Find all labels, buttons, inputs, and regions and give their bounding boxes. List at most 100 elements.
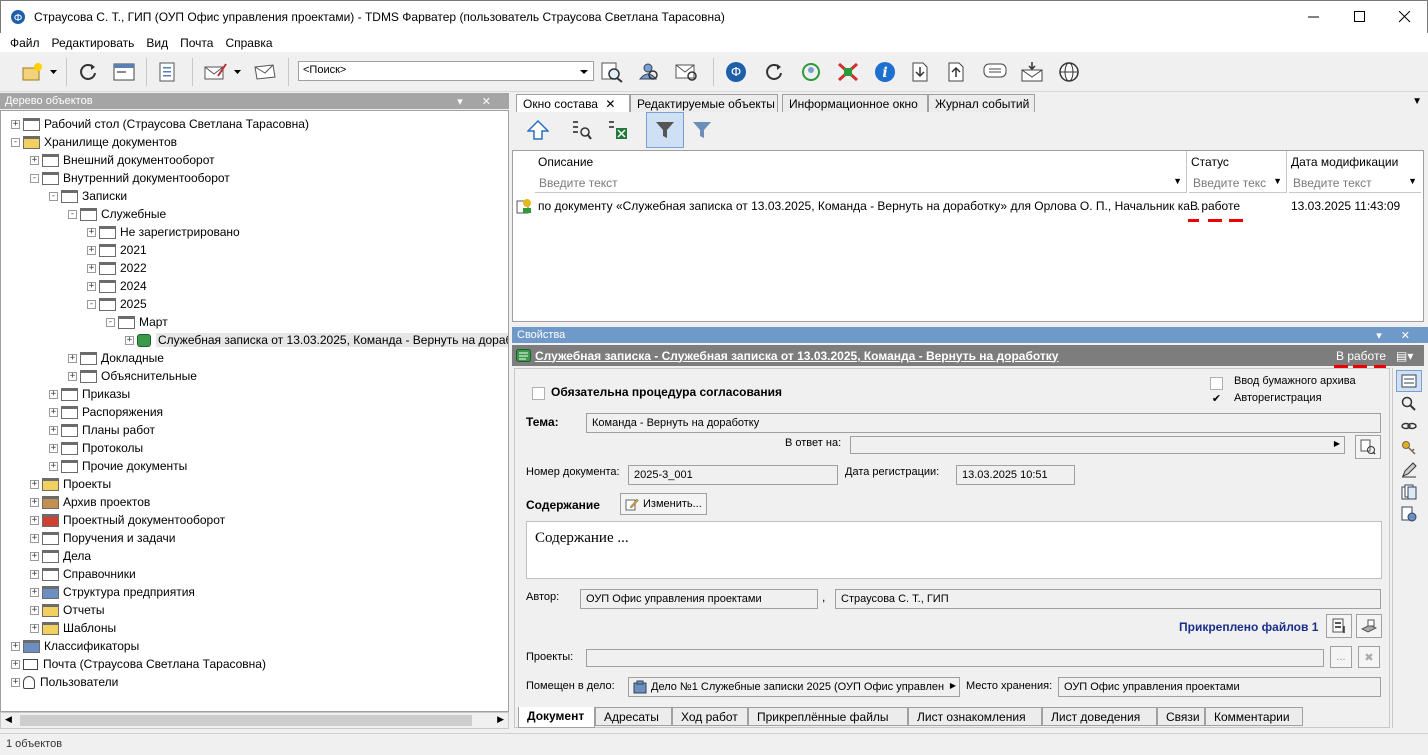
tree-item[interactable]: +2024 [87, 277, 147, 295]
tree-item[interactable]: + Не зарегистрировано [87, 223, 240, 241]
side-links-button[interactable] [1401, 418, 1417, 437]
filter-description-input[interactable]: Введите текст ▼ [535, 174, 1186, 193]
expand-icon[interactable]: + [30, 551, 39, 561]
expand-icon[interactable]: + [49, 425, 58, 435]
expand-icon[interactable]: + [87, 227, 96, 237]
column-header-status[interactable]: Статус [1191, 155, 1229, 169]
scan-button[interactable] [1356, 614, 1382, 638]
window-button[interactable] [110, 58, 138, 86]
filter-date-input[interactable]: Введите текст ▼ [1289, 174, 1421, 193]
search-input[interactable]: <Поиск> [298, 61, 594, 81]
collapse-icon[interactable]: - [87, 299, 96, 309]
tree-item[interactable]: - 2025 [87, 295, 147, 313]
maximize-button[interactable] [1337, 1, 1383, 33]
tree-item[interactable]: + Отчеты [30, 601, 104, 619]
reply-to-select-button[interactable] [1355, 435, 1381, 459]
attached-files-link[interactable]: Прикреплено файлов 1 [1179, 620, 1318, 634]
expand-icon[interactable]: + [68, 371, 77, 381]
expand-icon[interactable]: + [11, 119, 20, 129]
sync-button[interactable] [797, 58, 825, 86]
properties-panel-controls[interactable]: ▾ ✕ [1376, 329, 1418, 342]
minimize-button[interactable] [1291, 1, 1337, 33]
filter-status-input[interactable]: Введите текс ▼ [1189, 174, 1286, 193]
farvater-button[interactable]: Ф [722, 58, 750, 86]
topic-input[interactable]: Команда - Вернуть на доработку [586, 413, 1381, 433]
tree-item[interactable]: + Внешний документооборот [30, 151, 215, 169]
expand-icon[interactable]: + [11, 677, 20, 687]
side-properties-button[interactable] [1396, 370, 1422, 392]
tree-horizontal-scrollbar[interactable]: ◀ ▶ [0, 712, 509, 729]
expand-icon[interactable]: + [49, 461, 58, 471]
side-settings-button[interactable] [1401, 506, 1417, 525]
tree-item[interactable]: + Поручения и задачи [30, 529, 176, 547]
tab-comments[interactable]: Комментарии [1205, 707, 1303, 726]
expand-icon[interactable]: + [30, 533, 39, 543]
tree-panel-controls[interactable]: ▾ ✕ [457, 95, 499, 108]
mandatory-approval-checkbox[interactable] [532, 387, 545, 400]
tab-composition[interactable]: Окно состава ✕ [516, 94, 630, 113]
filter-toggle-button[interactable] [646, 112, 684, 148]
side-access-button[interactable] [1401, 440, 1417, 459]
menu-help[interactable]: Справка [219, 36, 278, 50]
object-tree[interactable]: + Рабочий стол (Страусова Светлана Тарасо… [0, 110, 509, 712]
collapse-icon[interactable]: - [106, 317, 115, 327]
tree-item[interactable]: + Пользователи [11, 673, 118, 691]
side-sign-button[interactable] [1401, 462, 1417, 481]
send-mail-dropdown[interactable] [230, 58, 244, 86]
content-text-area[interactable]: Содержание ... [526, 521, 1382, 579]
menu-edit[interactable]: Редактировать [46, 36, 141, 50]
mail-button[interactable] [252, 58, 280, 86]
new-object-button[interactable] [18, 58, 46, 86]
paper-archive-checkbox[interactable] [1210, 377, 1223, 390]
expand-icon[interactable]: + [87, 263, 96, 273]
column-header-date[interactable]: Дата модификации [1291, 155, 1398, 169]
tree-item[interactable]: + Классификаторы [11, 637, 139, 655]
tree-item[interactable]: + Проекты [30, 475, 111, 493]
expand-icon[interactable]: + [30, 479, 39, 489]
tree-item[interactable]: - Служебные [68, 205, 166, 223]
table-row[interactable]: по документу «Служебная записка от 13.03… [513, 197, 1423, 215]
tab-acquaintance-list[interactable]: Лист ознакомления [908, 707, 1042, 726]
autoregistration-checkbox[interactable]: ✔ [1210, 393, 1223, 406]
search-advanced-button[interactable] [598, 58, 626, 86]
tree-item[interactable]: + Приказы [49, 385, 130, 403]
tabs-menu-icon[interactable]: ▼ [1412, 96, 1422, 107]
edit-content-button[interactable]: Изменить... [620, 493, 707, 515]
tab-recipients[interactable]: Адресаты [595, 707, 672, 726]
disconnect-button[interactable] [834, 58, 862, 86]
comments-button[interactable] [981, 58, 1009, 86]
expand-icon[interactable]: + [30, 497, 39, 507]
search-dropdown[interactable] [580, 65, 588, 80]
expand-icon[interactable]: + [68, 353, 77, 363]
collapse-icon[interactable]: - [68, 209, 77, 219]
download-button[interactable] [906, 58, 934, 86]
tab-event-log[interactable]: Журнал событий [928, 94, 1035, 112]
reload-button[interactable] [760, 58, 788, 86]
column-header-description[interactable]: Описание [538, 155, 593, 169]
tree-item[interactable]: + Рабочий стол (Страусова Светлана Тарасо… [11, 115, 309, 133]
tree-item[interactable]: - Внутренний документооборот [30, 169, 230, 187]
inbox-button[interactable] [1018, 58, 1046, 86]
expand-icon[interactable]: + [30, 587, 39, 597]
tree-item[interactable]: + Проектный документооборот [30, 511, 225, 529]
search-users-button[interactable] [636, 58, 664, 86]
attach-file-button[interactable] [1326, 614, 1352, 638]
tree-item[interactable]: + Архив проектов [30, 493, 150, 511]
scroll-thumb[interactable] [20, 715, 472, 726]
menu-view[interactable]: Вид [140, 36, 174, 50]
reply-to-input[interactable]: ▶ [850, 436, 1345, 454]
tree-item[interactable]: - Записки [49, 187, 127, 205]
author-person-input[interactable]: Страусова С. Т., ГИП [835, 589, 1381, 609]
tab-edited-objects[interactable]: Редактируемые объекты [630, 94, 778, 112]
tree-item[interactable]: +2021 [87, 241, 147, 259]
tree-item[interactable]: + Дела [30, 547, 91, 565]
tab-info-window[interactable]: Информационное окно [782, 94, 928, 112]
tree-item[interactable]: + Служебная записка от 13.03.2025, Команд… [125, 331, 508, 349]
tree-item[interactable]: + Справочники [30, 565, 136, 583]
web-button[interactable] [1055, 58, 1083, 86]
registration-date-input[interactable]: 13.03.2025 10:51 [956, 465, 1075, 485]
status-menu-icon[interactable]: ▤▾ [1396, 349, 1413, 363]
tab-attached-files[interactable]: Прикреплённые файлы [748, 707, 908, 726]
expand-icon[interactable]: + [30, 605, 39, 615]
find-in-list-button[interactable] [568, 116, 596, 144]
